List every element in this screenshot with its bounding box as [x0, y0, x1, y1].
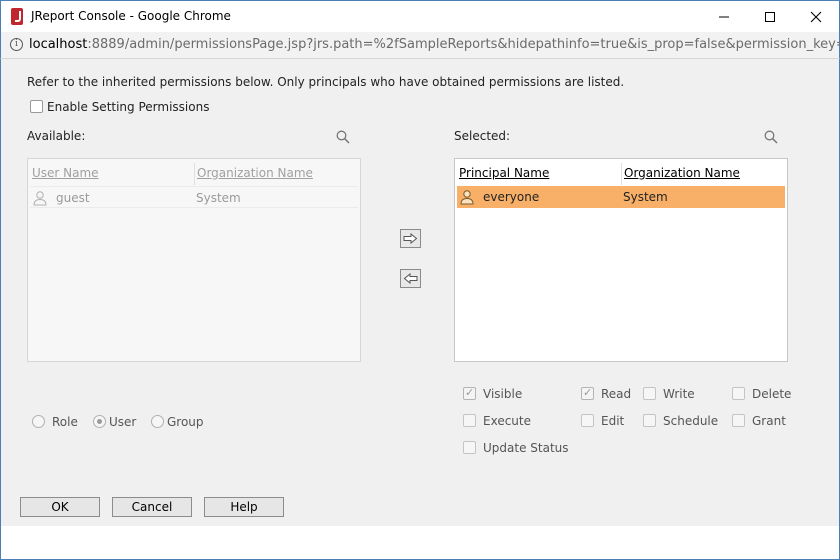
selected-list[interactable]: Principal Name Organization Name everyon…	[454, 158, 788, 362]
write-checkbox[interactable]	[643, 387, 656, 400]
table-row[interactable]: guest System	[30, 186, 358, 208]
organization-cell: System	[196, 191, 241, 205]
minimize-icon	[719, 16, 729, 17]
address-bar[interactable]: i localhost:8889/admin/permissionsPage.j…	[0, 32, 840, 59]
permissions-panel: Refer to the inherited permissions below…	[0, 59, 840, 526]
execute-label: Execute	[483, 414, 531, 428]
write-label: Write	[663, 387, 695, 401]
schedule-checkbox[interactable]	[643, 414, 656, 427]
user-group-icon	[460, 190, 474, 205]
jreport-app-icon	[11, 8, 23, 25]
minimize-button[interactable]	[701, 1, 747, 32]
window-bottom-edge	[0, 526, 840, 560]
url-text[interactable]: localhost:8889/admin/permissionsPage.jsp…	[29, 37, 840, 52]
column-header-organization-name[interactable]: Organization Name	[624, 166, 740, 180]
user-name-cell: guest	[56, 191, 90, 205]
update-status-label: Update Status	[483, 441, 569, 455]
add-to-selected-button[interactable]	[400, 229, 421, 248]
schedule-label: Schedule	[663, 414, 719, 428]
maximize-icon	[765, 11, 775, 22]
maximize-button[interactable]	[747, 1, 793, 32]
group-label: Group	[167, 415, 204, 429]
read-label: Read	[601, 387, 632, 401]
column-divider	[621, 163, 622, 185]
principal-name-cell: everyone	[483, 190, 540, 204]
column-header-principal-name[interactable]: Principal Name	[459, 166, 549, 180]
group-radio[interactable]	[151, 415, 164, 428]
available-label: Available:	[27, 129, 86, 143]
close-button[interactable]	[793, 1, 839, 32]
search-icon[interactable]	[336, 130, 350, 144]
intro-text: Refer to the inherited permissions below…	[27, 75, 625, 89]
column-header-user-name[interactable]: User Name	[32, 166, 99, 180]
remove-from-selected-button[interactable]	[400, 269, 421, 288]
user-label: User	[109, 415, 137, 429]
read-checkbox[interactable]	[581, 386, 594, 400]
grant-checkbox[interactable]	[732, 414, 745, 427]
search-icon[interactable]	[764, 130, 778, 144]
column-header-organization-name[interactable]: Organization Name	[197, 166, 313, 180]
delete-checkbox[interactable]	[732, 387, 745, 400]
edit-label: Edit	[601, 414, 625, 428]
execute-checkbox[interactable]	[463, 414, 476, 427]
column-divider	[194, 163, 195, 185]
window-titlebar: JReport Console - Google Chrome	[0, 0, 840, 32]
arrow-right-icon	[403, 233, 418, 244]
visible-label: Visible	[483, 387, 523, 401]
info-icon[interactable]: i	[10, 38, 23, 51]
user-icon	[33, 191, 47, 206]
enable-setting-checkbox[interactable]	[30, 100, 43, 113]
arrow-left-icon	[403, 273, 418, 284]
window-title: JReport Console - Google Chrome	[31, 9, 231, 23]
close-icon	[810, 11, 822, 22]
user-radio[interactable]	[93, 415, 106, 428]
role-radio[interactable]	[32, 415, 45, 428]
organization-cell: System	[623, 190, 668, 204]
grant-label: Grant	[752, 414, 786, 428]
edit-checkbox[interactable]	[581, 414, 594, 427]
role-label: Role	[52, 415, 78, 429]
enable-setting-label: Enable Setting Permissions	[47, 100, 210, 114]
visible-checkbox[interactable]	[463, 386, 476, 400]
selected-label: Selected:	[454, 129, 511, 143]
help-button[interactable]: Help	[204, 497, 284, 517]
update-status-checkbox[interactable]	[463, 441, 476, 454]
delete-label: Delete	[752, 387, 792, 401]
ok-button[interactable]: OK	[20, 497, 100, 517]
available-list[interactable]: User Name Organization Name guest System	[27, 158, 361, 362]
cancel-button[interactable]: Cancel	[112, 497, 192, 517]
table-row[interactable]: everyone System	[457, 186, 785, 208]
